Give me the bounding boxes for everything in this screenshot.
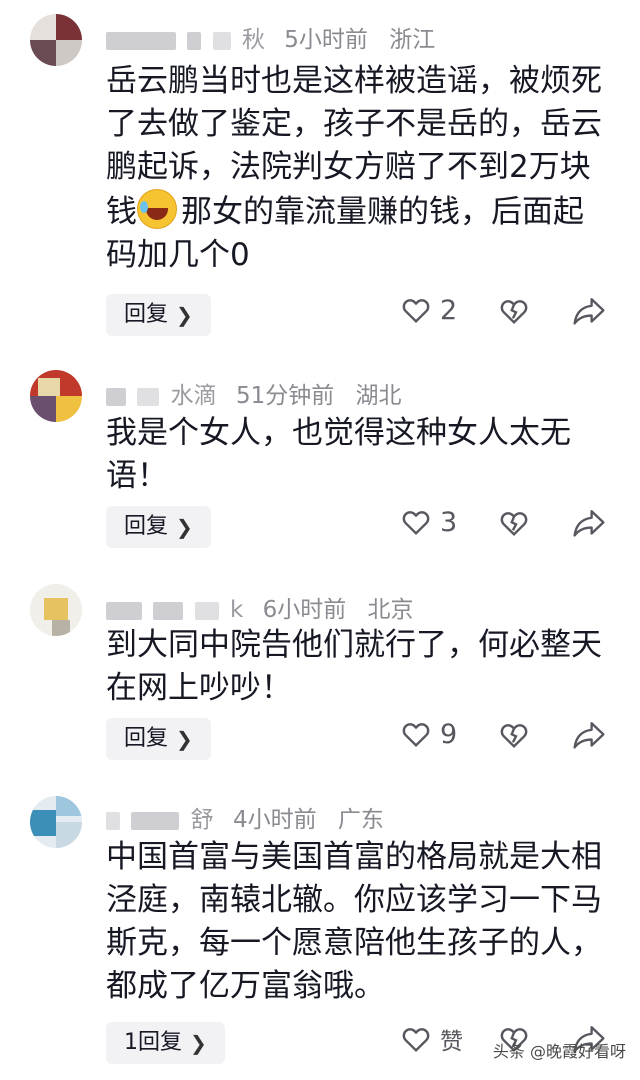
- comment-time: 4小时前: [232, 807, 317, 833]
- avatar[interactable]: [30, 796, 82, 848]
- comment-location: 北京: [367, 597, 414, 623]
- username-blur: [106, 31, 176, 50]
- username-blur: [212, 31, 231, 50]
- avatar[interactable]: [30, 370, 82, 422]
- share-button[interactable]: [572, 508, 606, 542]
- username-fragment[interactable]: 秋: [242, 27, 265, 53]
- comment-time: 51分钟前: [235, 383, 335, 409]
- heart-outline-icon: [402, 299, 430, 324]
- like-count: 赞: [440, 1029, 463, 1055]
- chevron-right-icon: ❯: [190, 1031, 207, 1055]
- share-button[interactable]: [572, 720, 606, 754]
- comment-meta: 舒 4小时前 广东: [106, 800, 384, 834]
- comment-time: 6小时前: [262, 597, 347, 623]
- share-arrow-icon: [573, 722, 605, 749]
- comment-time: 5小时前: [284, 27, 368, 53]
- share-arrow-icon: [573, 298, 605, 325]
- broken-heart-icon: [500, 724, 528, 749]
- like-count: 2: [440, 294, 458, 326]
- watermark-text: 头条 @晚霞好看呀: [492, 1042, 626, 1061]
- comment-text-part: 那女的靠流量赚的钱，后面起码加几个0: [106, 194, 584, 273]
- like-button[interactable]: 9: [400, 718, 457, 750]
- comment-text: 中国首富与美国首富的格局就是大相泾庭，南辕北辙。你应该学习一下马斯克，每一个愿意…: [106, 839, 602, 1004]
- chevron-right-icon: ❯: [176, 303, 193, 327]
- username-blur: [194, 601, 219, 620]
- reply-label: 回复: [124, 726, 169, 751]
- comment-location: 浙江: [389, 27, 436, 53]
- reply-button[interactable]: 回复 ❯: [106, 718, 211, 760]
- username-blur: [187, 31, 202, 50]
- reply-label: 1回复: [124, 1030, 182, 1055]
- reply-label: 回复: [124, 514, 169, 539]
- dislike-button[interactable]: [498, 295, 530, 331]
- share-button[interactable]: [572, 296, 606, 330]
- comment-text: 到大同中院告他们就行了，何必整天在网上吵吵！: [106, 627, 602, 706]
- username-fragment[interactable]: k: [230, 597, 243, 623]
- like-button[interactable]: 2: [400, 294, 457, 326]
- heart-outline-icon: [402, 511, 430, 536]
- chevron-right-icon: ❯: [176, 515, 193, 539]
- like-count: 9: [440, 718, 458, 750]
- watermark: 头条 @晚霞好看呀: [493, 1038, 626, 1062]
- heart-outline-icon: [402, 723, 430, 748]
- reply-button[interactable]: 1回复 ❯: [106, 1022, 225, 1064]
- reply-button[interactable]: 回复 ❯: [106, 506, 211, 548]
- avatar[interactable]: [30, 14, 82, 66]
- avatar[interactable]: [30, 584, 82, 636]
- comment-actions: 2: [400, 294, 630, 336]
- reply-button[interactable]: 回复 ❯: [106, 294, 211, 336]
- dislike-button[interactable]: [498, 507, 530, 543]
- comment-text: 我是个女人，也觉得这种女人太无语！: [106, 415, 571, 494]
- chevron-right-icon: ❯: [176, 727, 193, 751]
- comment-meta: 秋 5小时前 浙江: [106, 20, 435, 54]
- username-fragment[interactable]: 舒: [191, 807, 214, 833]
- comment-actions: 3: [400, 506, 630, 548]
- username-fragment[interactable]: 水滴: [171, 383, 217, 409]
- crying-laughing-emoji-icon: [137, 189, 177, 229]
- comment-meta: k 6小时前 北京: [106, 590, 414, 624]
- like-button[interactable]: 赞: [400, 1022, 463, 1056]
- comment-actions: 9: [400, 718, 630, 760]
- username-blur: [106, 387, 126, 406]
- like-button[interactable]: 3: [400, 506, 457, 538]
- comment-location: 湖北: [355, 383, 402, 409]
- broken-heart-icon: [500, 300, 528, 325]
- broken-heart-icon: [500, 512, 528, 537]
- comment-text: 岳云鹏当时也是这样被造谣，被烦死了去做了鉴定，孩子不是岳的，岳云鹏起诉，法院判女…: [106, 60, 606, 277]
- heart-outline-icon: [402, 1028, 430, 1053]
- username-blur: [153, 601, 184, 620]
- comment-meta: 水滴 51分钟前 湖北: [106, 376, 402, 410]
- comment-location: 广东: [337, 807, 384, 833]
- username-blur: [106, 811, 120, 830]
- username-blur: [106, 601, 142, 620]
- share-arrow-icon: [573, 510, 605, 537]
- like-count: 3: [440, 506, 458, 538]
- username-blur: [131, 811, 180, 830]
- username-blur: [137, 387, 160, 406]
- reply-label: 回复: [124, 302, 169, 327]
- dislike-button[interactable]: [498, 719, 530, 755]
